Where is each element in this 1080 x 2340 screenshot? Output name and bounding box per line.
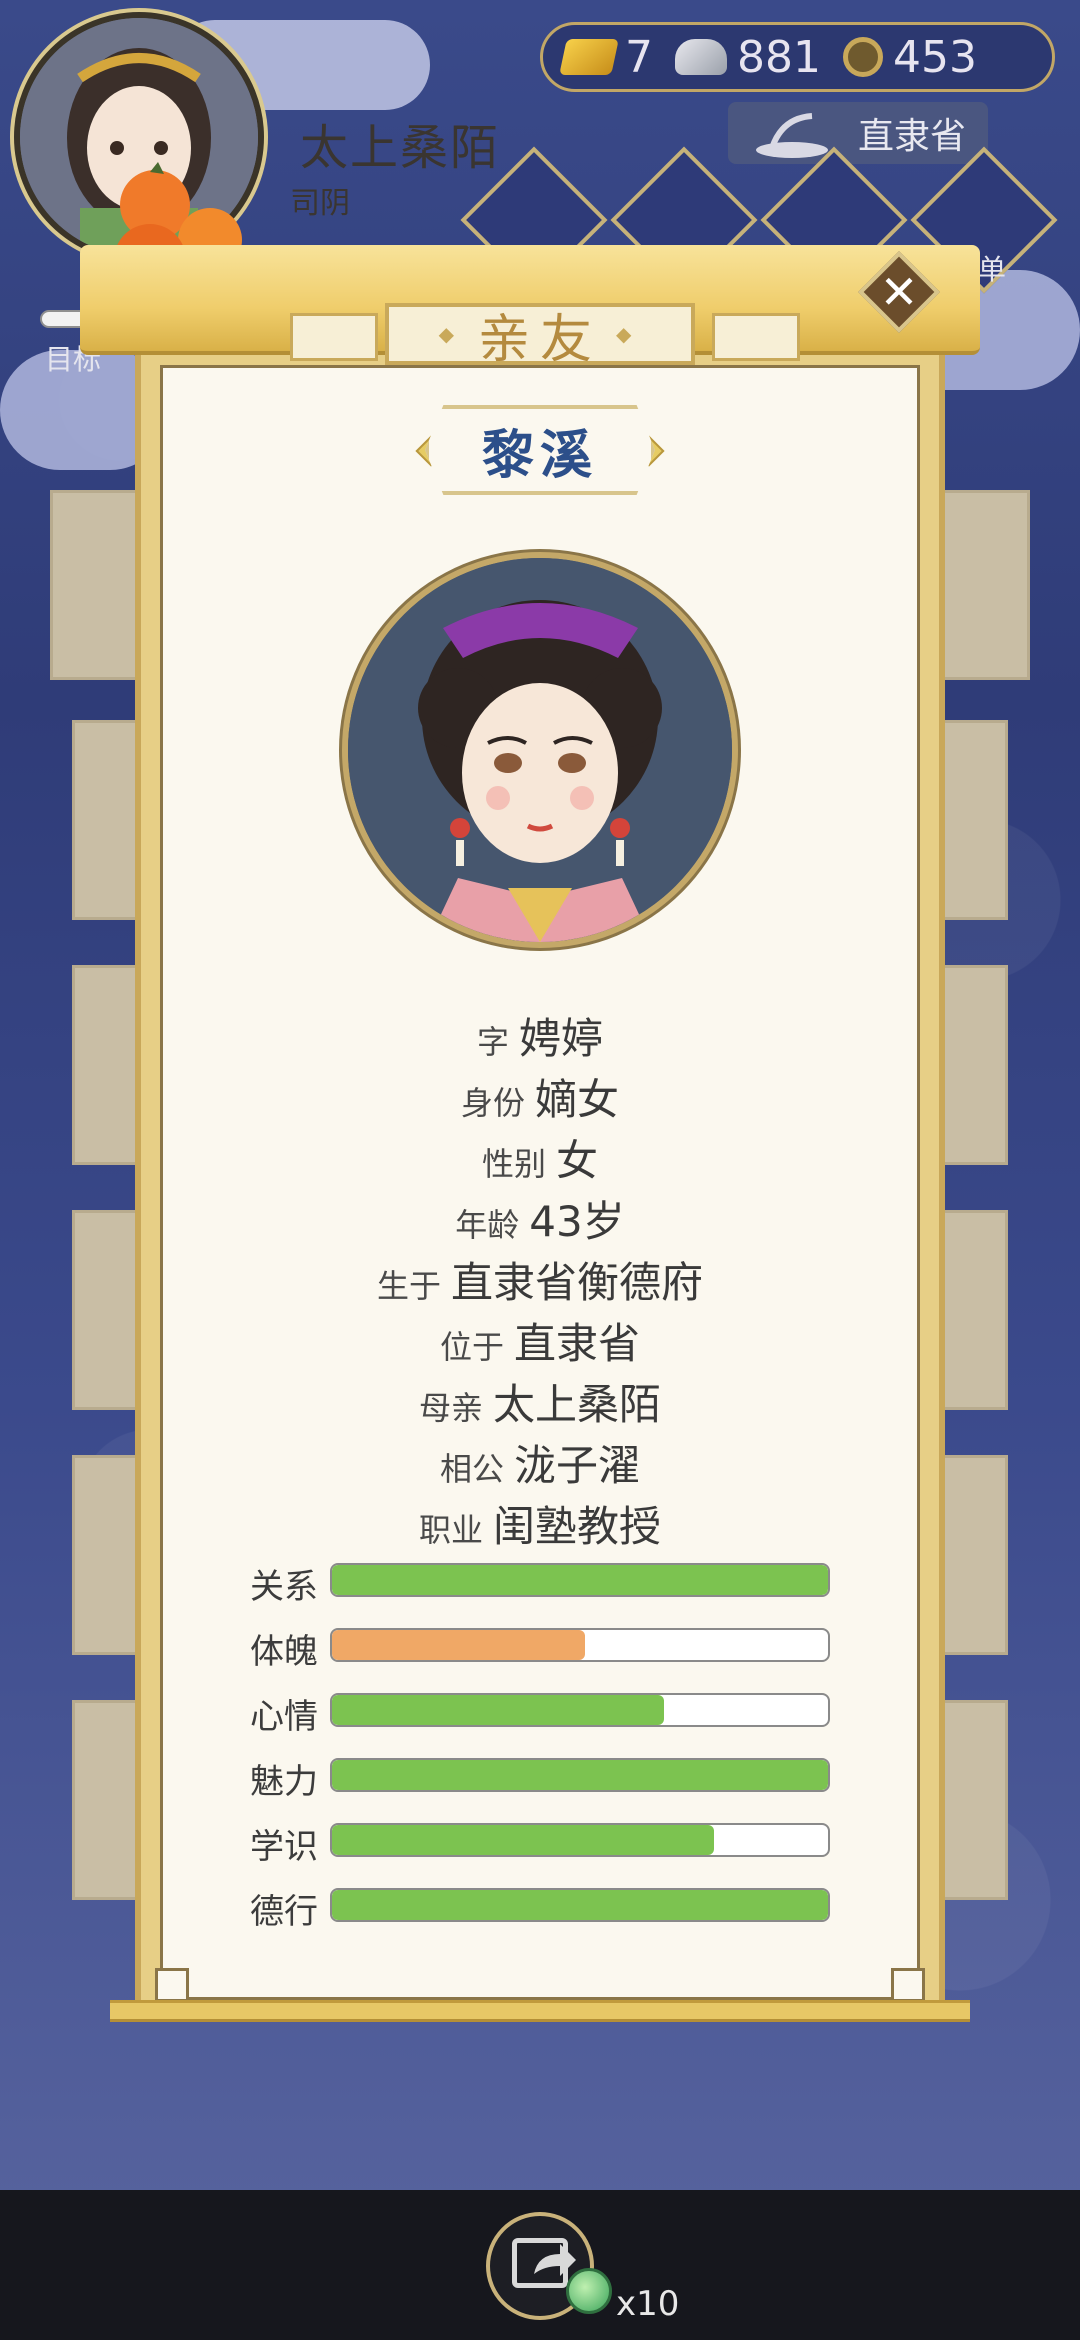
info-row-gender: 性别女	[160, 1127, 920, 1188]
info-label: 位于	[439, 1328, 504, 1366]
share-arrow-icon	[534, 2244, 576, 2276]
stat-fill	[332, 1890, 828, 1920]
person-portrait	[342, 552, 738, 948]
location-icon	[756, 113, 828, 158]
info-value: 闺塾教授	[493, 1502, 662, 1551]
background-card	[940, 720, 1008, 920]
stat-bar-virtue	[330, 1888, 830, 1922]
info-row-husband: 相公 泷子濯	[160, 1432, 920, 1493]
info-row-birthplace: 生于 直隶省衡德府	[160, 1249, 920, 1310]
stat-label-physique: 体魄	[250, 1632, 318, 1672]
background-card	[72, 1700, 142, 1900]
reward-count: x10	[616, 2284, 680, 2324]
tab-ornament-left	[290, 313, 378, 361]
stat-label-charm: 魅力	[250, 1762, 318, 1802]
stat-fill	[332, 1695, 665, 1725]
info-row-occupation: 职业 闺塾教授	[160, 1493, 920, 1554]
currency-bar: 7 881 453	[540, 22, 1055, 92]
stat-label-mood: 心情	[250, 1697, 318, 1737]
player-name: 太上桑陌	[300, 120, 501, 176]
panel-title: 亲友	[477, 309, 602, 370]
background-card	[940, 1700, 1008, 1900]
scroll-footer	[110, 2000, 970, 2022]
info-row-status: 身份 嫡女	[160, 1066, 920, 1127]
jade-coin-icon	[566, 2268, 612, 2314]
stat-label-virtue: 德行	[250, 1892, 318, 1932]
info-value: 直隶省衡德府	[451, 1258, 704, 1307]
info-value: 太上桑陌	[493, 1380, 662, 1429]
stat-fill	[332, 1630, 585, 1660]
copper-coin-icon	[842, 37, 883, 77]
stat-label-knowledge: 学识	[250, 1827, 318, 1867]
info-value: 43岁	[529, 1197, 625, 1246]
info-value: 泷子濯	[514, 1441, 641, 1490]
info-value: 娉婷	[519, 1014, 604, 1063]
location-label: 直隶省	[857, 116, 966, 157]
background-card	[940, 1210, 1008, 1410]
panel-title-tab: ◆ 亲友 ◆	[385, 303, 695, 370]
background-card	[940, 490, 1030, 680]
background-card	[72, 1210, 142, 1410]
info-row-mother: 母亲 太上桑陌	[160, 1371, 920, 1432]
gold-amount: 7	[625, 31, 653, 83]
info-label: 性别	[481, 1145, 546, 1183]
background-card	[72, 720, 142, 920]
coin-amount: 453	[892, 31, 977, 83]
person-name-plate: 黎溪	[425, 405, 655, 495]
gold-ingot-icon	[559, 39, 619, 75]
info-label: 年龄	[455, 1206, 520, 1244]
info-label: 身份	[460, 1084, 525, 1122]
info-label: 字	[476, 1023, 509, 1061]
stat-bar-knowledge	[330, 1823, 830, 1857]
background-card	[50, 490, 140, 680]
stat-bar-mood	[330, 1693, 830, 1727]
info-row-location: 位于 直隶省	[160, 1310, 920, 1371]
person-name: 黎溪	[481, 425, 598, 486]
background-card	[72, 1455, 142, 1655]
background-card	[940, 965, 1008, 1165]
stat-bar-relation	[330, 1563, 830, 1597]
info-label: 母亲	[418, 1389, 483, 1427]
portrait-icon	[348, 558, 732, 942]
corner-ornament	[155, 1968, 189, 2002]
info-row-age: 年龄 43岁	[160, 1188, 920, 1249]
info-label: 生于	[376, 1267, 441, 1305]
background-card	[72, 965, 142, 1165]
info-label: 职业	[418, 1511, 483, 1549]
info-value: 嫡女	[535, 1075, 620, 1124]
close-icon[interactable]: ✕	[876, 266, 922, 318]
stat-fill	[332, 1825, 714, 1855]
tab-ornament-right	[712, 313, 800, 361]
corner-ornament	[891, 1968, 925, 2002]
silver-ingot-icon	[675, 39, 727, 75]
stat-bar-charm	[330, 1758, 830, 1792]
info-value: 女	[556, 1136, 599, 1185]
stat-bar-physique	[330, 1628, 830, 1662]
stat-label-relation: 关系	[250, 1567, 318, 1607]
ornament-dot-icon: ◆	[616, 322, 642, 346]
menu-label-list: 单	[978, 253, 1007, 286]
info-row-courtesy-name: 字娉婷	[160, 1005, 920, 1066]
player-title: 司阴	[290, 186, 350, 221]
ornament-dot-icon: ◆	[438, 322, 464, 346]
info-label: 相公	[439, 1450, 504, 1488]
info-value: 直隶省	[514, 1319, 641, 1368]
silver-amount: 881	[737, 31, 821, 83]
stat-fill	[332, 1565, 828, 1595]
stat-fill	[332, 1760, 828, 1790]
background-card	[940, 1455, 1008, 1655]
